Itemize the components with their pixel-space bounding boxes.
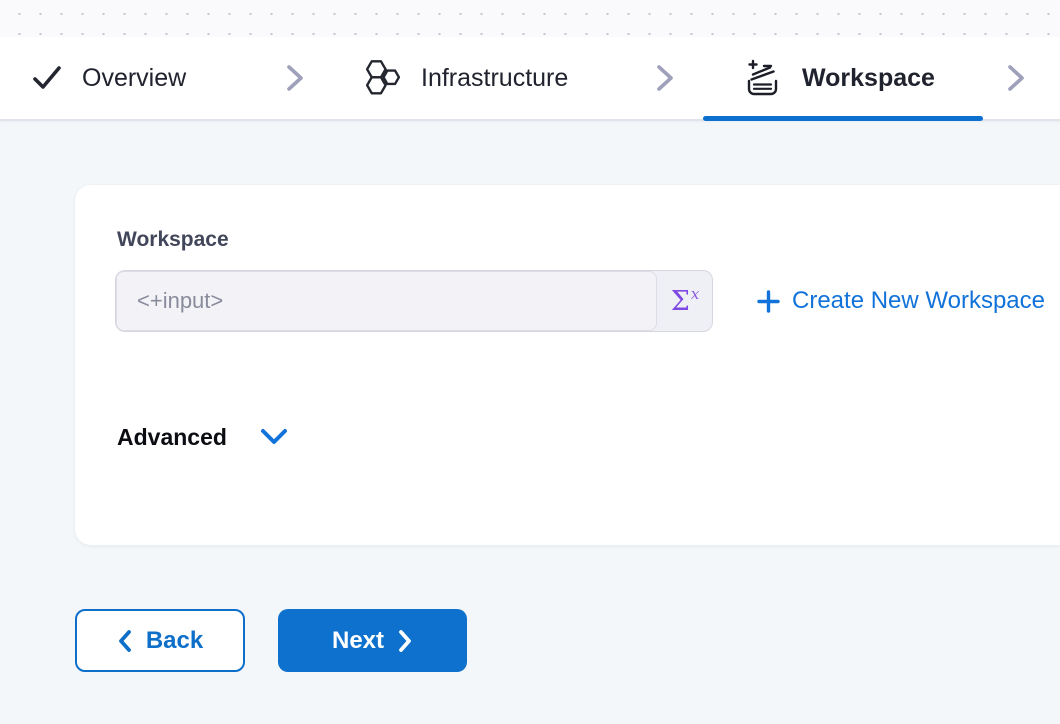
wizard-screen: Overview Infrastructure bbox=[0, 0, 1060, 724]
hexagon-cluster-icon bbox=[362, 58, 403, 99]
back-button-label: Back bbox=[146, 627, 203, 655]
layers-stack-icon bbox=[742, 57, 784, 99]
step-label: Workspace bbox=[802, 64, 935, 93]
chevron-right-icon bbox=[398, 629, 413, 653]
next-button[interactable]: Next bbox=[278, 609, 467, 672]
advanced-label: Advanced bbox=[117, 424, 227, 451]
check-icon bbox=[30, 61, 64, 95]
chevron-right-icon bbox=[653, 63, 677, 93]
step-label: Overview bbox=[82, 64, 186, 93]
active-step-underline bbox=[703, 116, 983, 121]
workspace-input-group: Σ x bbox=[115, 270, 713, 332]
plus-icon bbox=[756, 289, 781, 314]
formula-sigma-button[interactable]: Σ x bbox=[657, 271, 712, 331]
step-workspace[interactable]: Workspace bbox=[742, 37, 935, 119]
create-new-workspace-link[interactable]: Create New Workspace bbox=[756, 270, 1045, 332]
wizard-stepper: Overview Infrastructure bbox=[0, 37, 1060, 121]
workspace-field-label: Workspace bbox=[117, 228, 229, 252]
dotted-canvas-background bbox=[0, 0, 1060, 37]
chevron-right-icon bbox=[283, 63, 307, 93]
step-overview[interactable]: Overview bbox=[30, 37, 186, 119]
sigma-superscript: x bbox=[691, 285, 699, 303]
chevron-left-icon bbox=[117, 629, 132, 653]
sigma-icon: Σ bbox=[671, 288, 690, 315]
advanced-toggle[interactable]: Advanced bbox=[117, 421, 289, 453]
create-link-label: Create New Workspace bbox=[792, 287, 1045, 315]
next-button-label: Next bbox=[332, 627, 384, 655]
workspace-input[interactable] bbox=[116, 271, 657, 331]
chevron-down-icon bbox=[259, 427, 289, 447]
step-infrastructure[interactable]: Infrastructure bbox=[362, 37, 568, 119]
workspace-form-card: Workspace Σ x Create New Workspace Advan… bbox=[75, 185, 1060, 545]
step-label: Infrastructure bbox=[421, 64, 568, 93]
chevron-right-icon bbox=[1004, 63, 1028, 93]
back-button[interactable]: Back bbox=[75, 609, 245, 672]
